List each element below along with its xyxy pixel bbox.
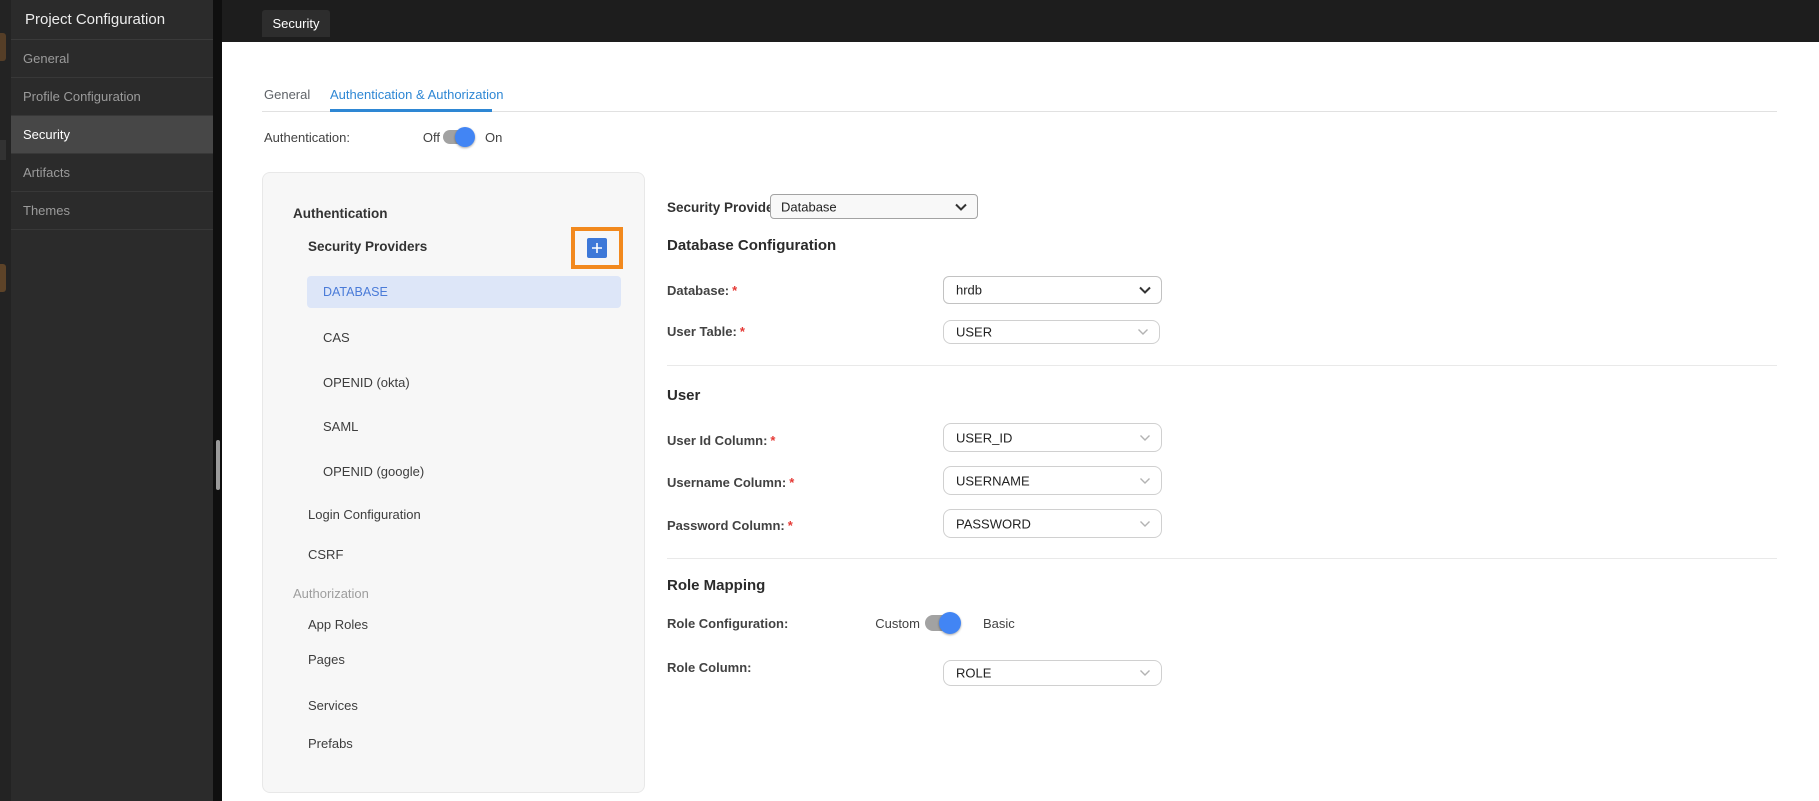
sidebar-item-themes[interactable]: Themes <box>11 192 213 230</box>
password-column-value: PASSWORD <box>956 516 1031 531</box>
nav-item-login-configuration[interactable]: Login Configuration <box>308 507 421 522</box>
nav-item-openid-okta[interactable]: OPENID (okta) <box>323 375 410 390</box>
scrollbar-thumb[interactable] <box>216 440 220 490</box>
nav-item-csrf[interactable]: CSRF <box>308 547 343 562</box>
toggle-basic-label: Basic <box>983 616 1015 631</box>
section-divider <box>667 365 1777 366</box>
user-id-column-label: User Id Column: * <box>667 433 775 448</box>
app-window: Project Configuration General Profile Co… <box>0 0 1819 801</box>
tab-authentication-authorization[interactable]: Authentication & Authorization <box>330 87 503 102</box>
rail-icon-fragment <box>0 33 6 61</box>
chevron-down-icon <box>1140 477 1150 484</box>
sidebar-title: Project Configuration <box>11 0 213 40</box>
rail-icon-fragment <box>0 264 6 292</box>
chevron-down-icon <box>1138 329 1148 335</box>
user-table-select-value: USER <box>956 324 993 340</box>
toggle-custom-label: Custom <box>875 616 920 631</box>
required-marker: * <box>787 518 793 533</box>
security-document-tab[interactable]: Security <box>262 10 330 37</box>
user-id-column-select[interactable]: USER_ID <box>943 423 1162 452</box>
content-area: General Authentication & Authorization A… <box>222 42 1819 801</box>
top-bar: Security <box>222 0 1819 42</box>
role-column-value: ROLE <box>956 665 992 681</box>
user-table-label-text: User Table: <box>667 324 737 339</box>
database-select-value: hrdb <box>956 282 983 298</box>
username-column-value: USERNAME <box>956 473 1030 488</box>
password-column-select[interactable]: PASSWORD <box>943 509 1162 538</box>
security-provider-value: Database <box>781 199 837 214</box>
database-select[interactable]: hrdb <box>943 276 1162 304</box>
add-security-provider-button[interactable] <box>587 238 607 258</box>
sidebar-item-general[interactable]: General <box>11 40 213 78</box>
nav-item-services[interactable]: Services <box>308 698 358 713</box>
nav-item-openid-google[interactable]: OPENID (google) <box>323 464 424 479</box>
required-marker: * <box>770 433 776 448</box>
username-column-select[interactable]: USERNAME <box>943 466 1162 495</box>
role-configuration-label: Role Configuration: <box>667 616 789 631</box>
user-id-column-label-text: User Id Column: <box>667 433 768 448</box>
user-table-label: User Table: * <box>667 324 745 339</box>
required-marker: * <box>739 324 745 339</box>
chevron-down-icon <box>955 203 967 211</box>
toggle-off-label: Off <box>422 130 440 145</box>
chevron-down-icon <box>1140 434 1150 441</box>
project-config-sidebar: Project Configuration General Profile Co… <box>11 0 213 801</box>
password-column-label: Password Column: * <box>667 518 793 533</box>
sidebar-item-security[interactable]: Security <box>11 116 213 154</box>
password-column-label-text: Password Column: <box>667 518 785 533</box>
user-section-title: User <box>667 387 701 404</box>
toggle-knob <box>939 612 961 634</box>
authentication-label: Authentication: <box>264 130 351 145</box>
nav-section-authentication: Authentication <box>293 206 388 221</box>
left-icon-rail <box>0 0 11 801</box>
username-column-label-text: Username Column: <box>667 475 787 490</box>
role-column-label: Role Column: <box>667 660 755 675</box>
plus-icon <box>592 243 602 253</box>
nav-security-providers: Security Providers <box>308 239 428 254</box>
authentication-toggle[interactable] <box>443 127 475 147</box>
active-tab-underline <box>330 109 492 112</box>
sidebar-scroll-gutter <box>213 0 222 801</box>
nav-item-saml[interactable]: SAML <box>323 419 358 434</box>
security-provider-label: Security Provider <box>667 200 779 215</box>
role-column-select[interactable]: ROLE <box>943 660 1162 686</box>
nav-section-authorization: Authorization <box>293 586 369 601</box>
chevron-down-icon <box>1140 520 1150 527</box>
chevron-down-icon <box>1140 670 1150 676</box>
nav-item-database[interactable]: DATABASE <box>307 276 621 308</box>
user-table-select[interactable]: USER <box>943 320 1160 344</box>
username-column-label: Username Column: * <box>667 475 794 490</box>
role-column-label-text: Role Column: <box>667 660 752 675</box>
nav-item-prefabs[interactable]: Prefabs <box>308 736 353 751</box>
required-marker: * <box>732 283 738 298</box>
nav-item-app-roles[interactable]: App Roles <box>308 617 368 632</box>
role-mapping-title: Role Mapping <box>667 577 766 594</box>
toggle-knob <box>455 127 475 147</box>
sidebar-item-profile-configuration[interactable]: Profile Configuration <box>11 78 213 116</box>
database-field-label-text: Database: <box>667 283 730 298</box>
role-configuration-toggle[interactable] <box>925 612 961 634</box>
section-divider <box>667 558 1777 559</box>
database-configuration-title: Database Configuration <box>667 237 837 254</box>
chevron-down-icon <box>1139 286 1151 294</box>
security-provider-select[interactable]: Database <box>770 194 978 219</box>
nav-item-database-label: DATABASE <box>323 285 388 299</box>
nav-item-pages[interactable]: Pages <box>308 652 345 667</box>
sidebar-item-artifacts[interactable]: Artifacts <box>11 154 213 192</box>
rail-icon-fragment <box>0 140 6 160</box>
toggle-on-label: On <box>485 130 503 145</box>
required-marker: * <box>789 475 795 490</box>
security-nav-panel: Authentication Security Providers DATABA… <box>262 172 645 793</box>
user-id-column-value: USER_ID <box>956 430 1013 445</box>
nav-item-cas[interactable]: CAS <box>323 330 350 345</box>
database-field-label: Database: * <box>667 283 737 298</box>
tab-general[interactable]: General <box>264 87 310 102</box>
